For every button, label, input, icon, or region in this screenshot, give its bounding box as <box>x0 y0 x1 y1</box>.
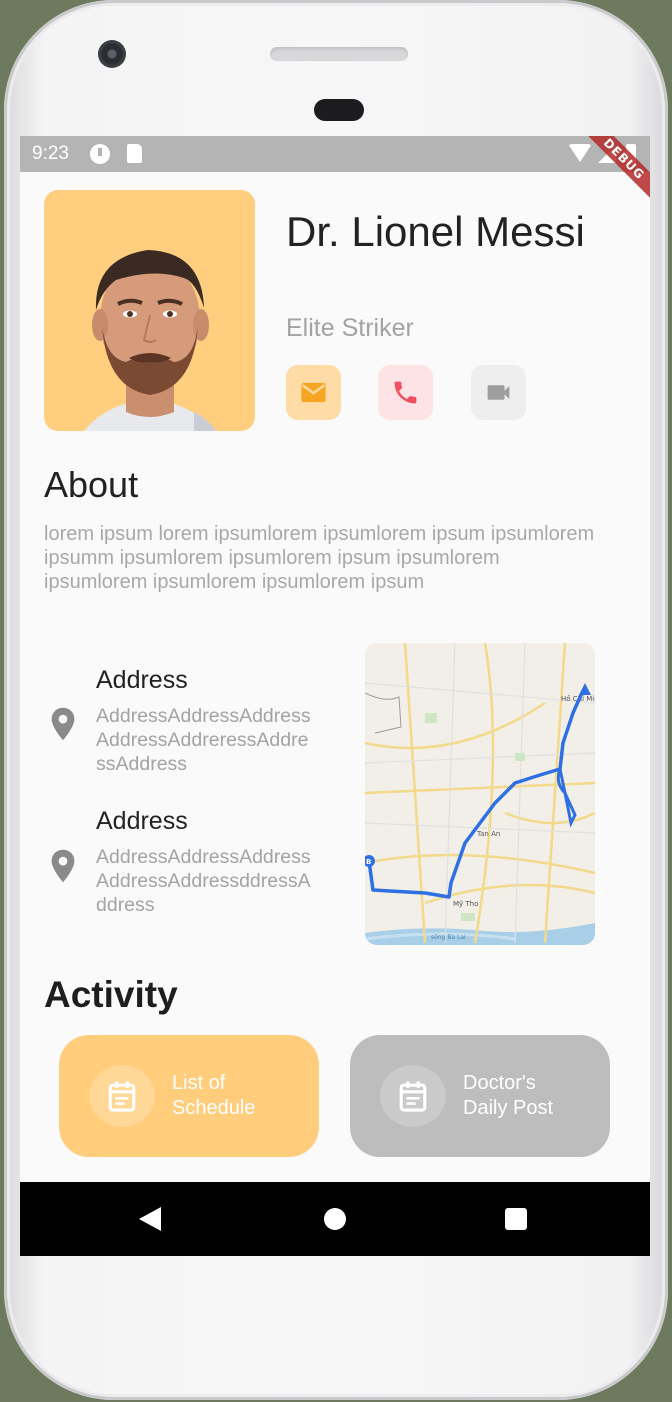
location-pin-icon <box>51 707 75 741</box>
doctor-photo <box>44 190 255 431</box>
doctor-role: Elite Striker <box>286 314 414 342</box>
map-label: sông Ba Lai <box>431 934 466 941</box>
doctors-daily-post-card[interactable]: Doctor's Daily Post <box>350 1035 610 1157</box>
card-label: List of Schedule <box>172 1072 256 1119</box>
schedule-icon-badge <box>89 1065 155 1127</box>
email-button[interactable] <box>286 365 341 420</box>
home-icon[interactable] <box>324 1208 346 1230</box>
location-pin-icon <box>51 849 75 883</box>
phone-icon <box>394 381 417 404</box>
map-label: Tan An <box>476 830 500 838</box>
about-heading: About <box>44 464 139 505</box>
map-label: Mỹ Tho <box>453 900 478 908</box>
activity-heading: Activity <box>44 974 178 1015</box>
address-text: AddressAddressAddressAddressAddressddres… <box>96 846 311 916</box>
wifi-icon <box>568 144 592 162</box>
call-button[interactable] <box>378 365 433 420</box>
list-of-schedule-card[interactable]: List of Schedule <box>59 1035 319 1157</box>
about-text: lorem ipsum lorem ipsumlorem ipsumlorem … <box>44 523 595 593</box>
front-camera <box>98 40 126 68</box>
status-time: 9:23 <box>32 143 69 164</box>
app-screen: 9:23 DEBUG Dr. Lionel Messi Elite Strike… <box>20 136 650 1256</box>
video-call-button[interactable] <box>471 365 526 420</box>
route-map[interactable]: Tan An Mỹ Tho sông Ba Lai Hồ Chí Minh C … <box>365 643 595 945</box>
system-navigation-bar <box>20 1182 650 1256</box>
calendar-icon <box>399 1081 427 1112</box>
doctor-name: Dr. Lionel Messi <box>286 208 585 255</box>
sd-card-icon <box>127 144 142 163</box>
video-icon <box>487 385 510 400</box>
proximity-sensor <box>314 99 364 121</box>
back-icon[interactable] <box>139 1207 161 1231</box>
mail-icon <box>301 382 326 403</box>
earpiece-speaker <box>270 47 408 61</box>
address-title: Address <box>96 807 188 835</box>
calendar-icon <box>108 1081 136 1112</box>
status-bar: 9:23 <box>20 136 650 172</box>
address-text: AddressAddressAddressAddressAddreressAdd… <box>96 705 311 775</box>
notification-icon <box>90 144 110 164</box>
post-icon-badge <box>380 1065 446 1127</box>
address-title: Address <box>96 666 188 694</box>
svg-text:B: B <box>366 858 371 866</box>
card-label: Doctor's Daily Post <box>463 1072 554 1119</box>
recents-icon[interactable] <box>505 1208 527 1230</box>
